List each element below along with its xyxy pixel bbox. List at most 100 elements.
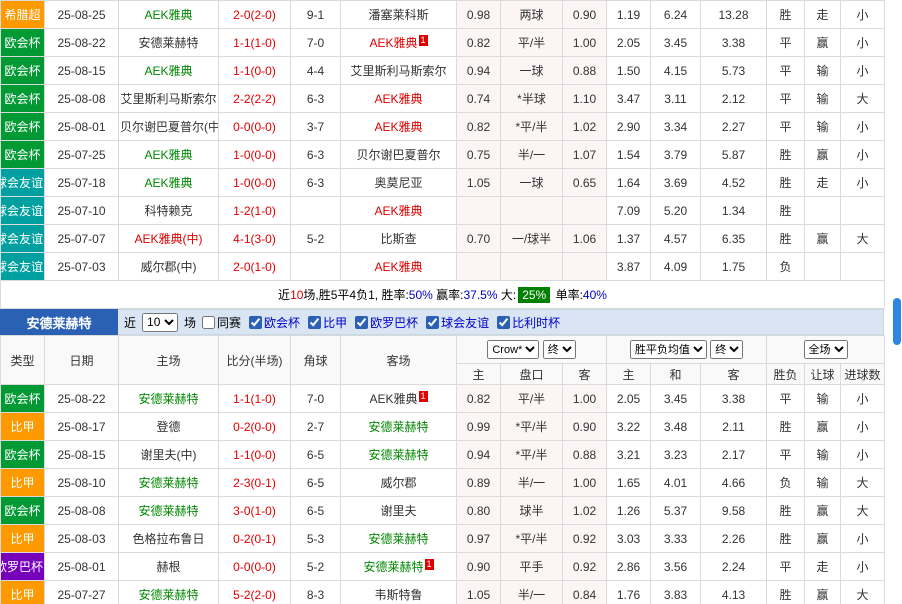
team-name[interactable]: 安德莱赫特 <box>138 476 198 490</box>
league-filter-checkbox[interactable]: 欧会杯 <box>249 314 300 331</box>
team-name[interactable]: AEK雅典 <box>374 92 422 106</box>
team-name[interactable]: AEK雅典 <box>369 36 417 50</box>
team-name[interactable]: 艾里斯利马斯索尔 <box>120 92 216 106</box>
team-name[interactable]: 安德莱赫特 <box>138 36 198 50</box>
europe-odds-cell: 5.73 <box>701 57 767 85</box>
team-name[interactable]: 安德莱赫特 <box>138 504 198 518</box>
col-header-type: 类型 <box>1 336 45 385</box>
asian-stage-select[interactable]: 终 <box>543 340 576 359</box>
league-filter-checkbox[interactable]: 比甲 <box>308 314 347 331</box>
europe-avg-select[interactable]: 胜平负均值 <box>630 340 707 359</box>
team-name[interactable]: AEK雅典(中) <box>134 232 202 246</box>
team-cell: 贝尔谢巴夏普尔 <box>341 141 457 169</box>
team-cell: 安德莱赫特1 <box>341 553 457 581</box>
team-name[interactable]: 贝尔谢巴夏普尔(中) <box>120 120 219 134</box>
team-cell: 奥莫尼亚 <box>341 169 457 197</box>
score-cell: 3-0(1-0) <box>219 497 291 525</box>
score-cell: 1-0(0-0) <box>219 141 291 169</box>
checkbox-input[interactable] <box>355 316 368 329</box>
league-filter-checkbox[interactable]: 球会友谊 <box>426 314 489 331</box>
result-cell: 小 <box>841 113 885 141</box>
team-name[interactable]: 安德莱赫特 <box>138 588 198 602</box>
league-filter-checkbox[interactable]: 欧罗巴杯 <box>355 314 418 331</box>
score-cell: 1-1(1-0) <box>219 385 291 413</box>
date-cell: 25-08-08 <box>45 497 119 525</box>
result-cell: 胜 <box>767 497 805 525</box>
team-name[interactable]: AEK雅典 <box>144 64 192 78</box>
team-name[interactable]: AEK雅典 <box>374 120 422 134</box>
summary-segment: 10 <box>290 288 303 302</box>
checkbox-input[interactable] <box>202 316 215 329</box>
result-cell: 胜 <box>767 525 805 553</box>
team-name[interactable]: 登德 <box>156 420 180 434</box>
team-name[interactable]: 威尔郡(中) <box>141 260 197 274</box>
team-name[interactable]: AEK雅典 <box>144 8 192 22</box>
team-name[interactable]: 比斯查 <box>380 232 416 246</box>
team-name[interactable]: 科特赖克 <box>144 204 192 218</box>
score-cell: 2-0(2-0) <box>219 1 291 29</box>
team-name[interactable]: AEK雅典 <box>144 148 192 162</box>
team-name[interactable]: 色格拉布鲁日 <box>132 532 204 546</box>
period-select[interactable]: 全场 <box>804 340 848 359</box>
summary-segment: 单率: <box>552 288 583 302</box>
team-name[interactable]: 艾里斯利马斯索尔 <box>350 64 446 78</box>
checkbox-input[interactable] <box>426 316 439 329</box>
score-cell: 1-1(1-0) <box>219 29 291 57</box>
team-name[interactable]: 奥莫尼亚 <box>374 176 422 190</box>
summary-segment: 37.5% <box>464 288 498 302</box>
team-name[interactable]: AEK雅典 <box>144 176 192 190</box>
team-cell: AEK雅典 <box>119 57 219 85</box>
match-row: 球会友谊25-07-07AEK雅典(中)4-1(3-0)5-2比斯查0.70一/… <box>1 225 885 253</box>
asian-odds-cell: 0.75 <box>457 141 501 169</box>
asian-odds-cell <box>563 197 607 225</box>
result-cell: 小 <box>841 29 885 57</box>
result-cell: 小 <box>841 57 885 85</box>
team-cell: AEK雅典 <box>341 85 457 113</box>
result-cell: 输 <box>805 57 841 85</box>
asian-odds-cell: 0.65 <box>563 169 607 197</box>
scrollbar-thumb[interactable] <box>893 298 901 345</box>
team-name[interactable]: 安德莱赫特 <box>368 448 428 462</box>
team-name[interactable]: 威尔郡 <box>380 476 416 490</box>
team-name[interactable]: 安德莱赫特 <box>138 392 198 406</box>
europe-odds-cell: 2.27 <box>701 113 767 141</box>
summary-segment: 50% <box>409 288 433 302</box>
checkbox-input[interactable] <box>308 316 321 329</box>
asian-odds-cell: 0.82 <box>457 385 501 413</box>
team-name[interactable]: AEK雅典 <box>369 392 417 406</box>
team-name[interactable]: 谢里夫(中) <box>141 448 197 462</box>
header-row-main: 类型 日期 主场 比分(半场) 角球 客场 Crow* 终 胜平负均值 <box>1 336 885 364</box>
team-name[interactable]: 赫根 <box>156 560 180 574</box>
score-cell: 4-1(3-0) <box>219 225 291 253</box>
europe-odds-cell: 1.50 <box>607 57 651 85</box>
team-name[interactable]: AEK雅典 <box>374 204 422 218</box>
team-cell: 登德 <box>119 413 219 441</box>
col-header-corner: 角球 <box>291 336 341 385</box>
checkbox-input[interactable] <box>497 316 510 329</box>
league-label: 比甲 <box>1 413 45 441</box>
europe-odds-cell: 3.47 <box>607 85 651 113</box>
team-name[interactable]: 安德莱赫特 <box>368 532 428 546</box>
team-name[interactable]: AEK雅典 <box>374 260 422 274</box>
result-cell: 大 <box>841 85 885 113</box>
league-filter-checkbox[interactable]: 比利时杯 <box>497 314 560 331</box>
league-filter-checkbox[interactable]: 同赛 <box>202 314 241 331</box>
team-name[interactable]: 安德莱赫特 <box>368 420 428 434</box>
asian-odds-cell: 0.98 <box>457 1 501 29</box>
bookmaker-select[interactable]: Crow* <box>487 340 539 359</box>
recent-count-select[interactable]: 10 <box>142 313 178 332</box>
team-name[interactable]: 韦斯特鲁 <box>374 588 422 602</box>
result-cell: 输 <box>805 385 841 413</box>
team-name[interactable]: 贝尔谢巴夏普尔 <box>356 148 440 162</box>
checkbox-input[interactable] <box>249 316 262 329</box>
score-cell: 0-0(0-0) <box>219 113 291 141</box>
asian-odds-cell: 1.06 <box>563 225 607 253</box>
team-name[interactable]: 潘塞莱科斯 <box>368 8 428 22</box>
team-name[interactable]: 谢里夫 <box>380 504 416 518</box>
games-label: 场 <box>184 314 196 331</box>
team-name[interactable]: 安德莱赫特 <box>363 560 423 574</box>
europe-stage-select[interactable]: 终 <box>710 340 743 359</box>
europe-odds-cell: 3.83 <box>651 581 701 604</box>
aek-recent-matches-table: 希腊超25-08-25AEK雅典2-0(2-0)9-1潘塞莱科斯0.98两球0.… <box>0 0 885 309</box>
date-cell: 25-08-22 <box>45 385 119 413</box>
